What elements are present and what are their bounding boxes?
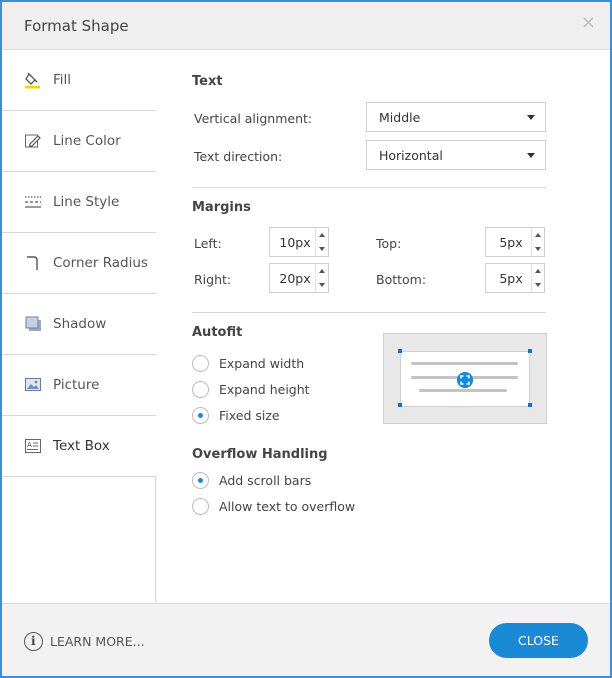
sidebar-item-line-style[interactable]: Line Style — [2, 172, 156, 233]
radio-label: Fixed size — [219, 408, 280, 423]
divider — [192, 187, 546, 188]
autofit-preview — [383, 333, 547, 424]
picture-icon — [25, 378, 41, 391]
corner-radius-icon — [27, 256, 38, 270]
radio-allow-overflow[interactable]: Allow text to overflow — [192, 497, 392, 517]
sidebar-item-label: Picture — [53, 377, 100, 393]
margin-bottom-label: Bottom: — [376, 272, 427, 287]
radio-fixed-size[interactable]: Fixed size — [192, 406, 392, 426]
svg-text:A: A — [27, 441, 32, 449]
margin-right-label: Right: — [194, 272, 232, 287]
learn-more-label: LEARN MORE... — [50, 634, 145, 649]
chevron-down-icon — [527, 153, 535, 158]
preview-text-line — [419, 389, 507, 392]
select-value: Horizontal — [379, 148, 443, 163]
close-icon[interactable]: × — [581, 14, 596, 32]
decrement-button[interactable] — [316, 278, 328, 292]
fit-center-icon — [457, 372, 473, 388]
sidebar-item-label: Line Color — [53, 133, 121, 149]
decrement-button[interactable] — [532, 278, 544, 292]
vertical-alignment-select[interactable]: Middle — [366, 102, 546, 132]
margin-top-stepper — [485, 227, 545, 257]
sidebar-item-label: Text Box — [53, 438, 110, 454]
shadow-icon — [25, 316, 41, 331]
line-style-icon — [25, 196, 41, 208]
radio-label: Allow text to overflow — [219, 499, 356, 514]
margin-top-label: Top: — [376, 236, 402, 251]
resize-handle — [398, 403, 402, 407]
margin-left-stepper — [269, 227, 329, 257]
radio-label: Expand height — [219, 382, 310, 397]
stepper-buttons — [315, 264, 328, 292]
radio-button[interactable] — [192, 472, 209, 489]
margin-left-label: Left: — [194, 236, 222, 251]
radio-button[interactable] — [192, 381, 209, 398]
preview-text-line — [411, 362, 518, 365]
section-title-overflow: Overflow Handling — [192, 447, 328, 462]
radio-add-scroll-bars[interactable]: Add scroll bars — [192, 471, 392, 491]
margin-bottom-input[interactable] — [486, 264, 532, 292]
resize-handle — [528, 349, 532, 353]
text-box-icon: A — [25, 439, 41, 453]
radio-button[interactable] — [192, 498, 209, 515]
info-icon — [24, 632, 43, 651]
sidebar-item-label: Fill — [53, 72, 72, 88]
select-value: Middle — [379, 110, 421, 125]
stepper-buttons — [315, 228, 328, 256]
learn-more-link[interactable]: LEARN MORE... — [24, 632, 154, 652]
dialog-title: Format Shape — [24, 17, 129, 35]
preview-textbox — [398, 349, 532, 407]
pencil-icon — [25, 134, 41, 148]
dialog-titlebar: Format Shape × — [2, 2, 610, 50]
text-box-panel: Text Vertical alignment: Middle Text dir… — [157, 50, 610, 603]
resize-handle — [528, 403, 532, 407]
section-title-margins: Margins — [192, 200, 251, 215]
close-button[interactable]: CLOSE — [489, 623, 588, 658]
margin-right-input[interactable] — [270, 264, 316, 292]
radio-label: Add scroll bars — [219, 473, 312, 488]
margin-top-input[interactable] — [486, 228, 532, 256]
radio-expand-height[interactable]: Expand height — [192, 380, 392, 400]
decrement-button[interactable] — [316, 242, 328, 256]
section-title-autofit: Autofit — [192, 325, 243, 340]
text-direction-label: Text direction: — [194, 149, 283, 164]
resize-handle — [398, 349, 402, 353]
sidebar-item-label: Corner Radius — [53, 255, 148, 271]
margin-bottom-stepper — [485, 263, 545, 293]
sidebar-item-shadow[interactable]: Shadow — [2, 294, 156, 355]
sidebar-item-label: Line Style — [53, 194, 120, 210]
radio-button[interactable] — [192, 355, 209, 372]
sidebar-item-label: Shadow — [53, 316, 107, 332]
format-shape-dialog: Format Shape × Fill Line Color Line Styl… — [0, 0, 612, 678]
sidebar: Fill Line Color Line Style Corner Radius — [2, 50, 157, 603]
section-title-text: Text — [192, 74, 223, 89]
increment-button[interactable] — [532, 264, 544, 278]
sidebar-item-fill[interactable]: Fill — [2, 50, 156, 111]
chevron-down-icon — [527, 115, 535, 120]
radio-expand-width[interactable]: Expand width — [192, 354, 392, 374]
dialog-footer: LEARN MORE... CLOSE — [2, 603, 610, 676]
stepper-buttons — [531, 228, 544, 256]
vertical-alignment-label: Vertical alignment: — [194, 111, 313, 126]
divider — [192, 312, 546, 313]
margin-left-input[interactable] — [270, 228, 316, 256]
paint-bucket-icon — [25, 72, 40, 89]
stepper-buttons — [531, 264, 544, 292]
decrement-button[interactable] — [532, 242, 544, 256]
sidebar-item-corner-radius[interactable]: Corner Radius — [2, 233, 156, 294]
sidebar-item-text-box[interactable]: A Text Box — [2, 416, 157, 477]
increment-button[interactable] — [316, 264, 328, 278]
increment-button[interactable] — [316, 228, 328, 242]
margin-right-stepper — [269, 263, 329, 293]
increment-button[interactable] — [532, 228, 544, 242]
sidebar-item-line-color[interactable]: Line Color — [2, 111, 156, 172]
sidebar-item-picture[interactable]: Picture — [2, 355, 156, 416]
text-direction-select[interactable]: Horizontal — [366, 140, 546, 170]
radio-label: Expand width — [219, 356, 305, 371]
radio-button[interactable] — [192, 407, 209, 424]
